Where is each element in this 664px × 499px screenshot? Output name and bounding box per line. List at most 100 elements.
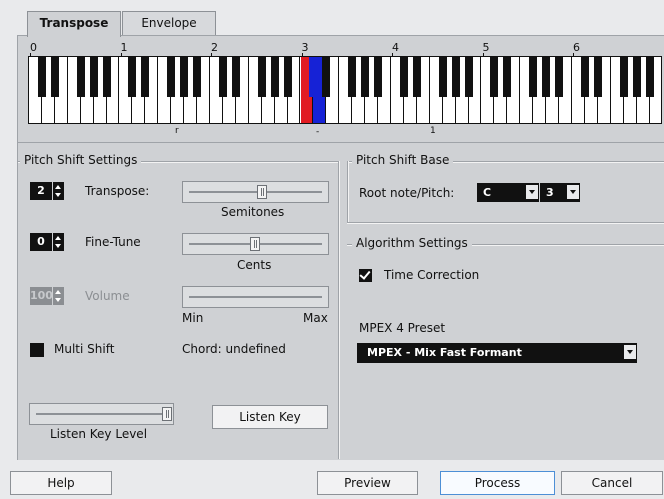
piano-black-key[interactable]	[141, 57, 150, 97]
piano-black-key[interactable]	[451, 57, 460, 97]
dropdown-arrow-icon[interactable]	[624, 345, 636, 359]
range-marker-left: r	[175, 126, 179, 136]
octave-label: 4	[392, 41, 399, 54]
fine-tune-value[interactable]: 0	[30, 233, 52, 251]
piano-black-key[interactable]	[270, 57, 279, 97]
preset-value: MPEX - Mix Fast Formant	[367, 346, 522, 359]
transpose-value[interactable]: 2	[30, 182, 52, 200]
piano-black-key[interactable]	[231, 57, 240, 97]
root-note-value: C	[483, 186, 492, 199]
dropdown-arrow-icon[interactable]	[526, 185, 538, 199]
piano-black-key[interactable]	[542, 57, 551, 97]
octave-value: 3	[546, 186, 554, 199]
piano-black-key[interactable]	[555, 57, 564, 97]
piano-black-key[interactable]	[322, 57, 331, 97]
piano-black-key[interactable]	[490, 57, 499, 97]
volume-slider	[182, 286, 329, 308]
slider-thumb-icon[interactable]	[250, 237, 260, 251]
piano-keyboard[interactable]	[28, 56, 662, 124]
slider-thumb-icon[interactable]	[162, 407, 172, 421]
transpose-spinner[interactable]: 2	[30, 182, 64, 200]
piano-black-key[interactable]	[218, 57, 227, 97]
pitch-shift-dialog: Transpose Envelope 0 1 2 3 4 5 6 r - 1 Pitch S…	[0, 0, 664, 499]
group-border	[347, 161, 349, 223]
piano-black-key[interactable]	[37, 57, 46, 97]
time-correction-checkbox[interactable]	[359, 268, 372, 282]
octave-label: 1	[120, 41, 128, 54]
root-note-label: Root note/Pitch:	[359, 186, 455, 200]
piano-black-key[interactable]	[167, 57, 176, 97]
transpose-label: Transpose:	[85, 184, 150, 198]
octave-label: 0	[30, 41, 37, 54]
piano-black-key[interactable]	[348, 57, 357, 97]
volume-spinner: 100	[30, 287, 64, 305]
root-note-select[interactable]: C	[477, 183, 539, 202]
volume-label: Volume	[85, 289, 130, 303]
tab-envelope[interactable]: Envelope	[122, 11, 216, 35]
piano-black-key[interactable]	[645, 57, 654, 97]
octave-label: 2	[211, 41, 218, 54]
piano-black-key[interactable]	[464, 57, 473, 97]
piano-black-key[interactable]	[438, 57, 447, 97]
piano-black-key[interactable]	[257, 57, 266, 97]
piano-black-key[interactable]	[309, 57, 318, 97]
pitch-shift-base-title: Pitch Shift Base	[352, 153, 454, 167]
piano-black-key[interactable]	[619, 57, 628, 97]
piano-black-key[interactable]	[361, 57, 370, 97]
multi-shift-checkbox[interactable]	[30, 343, 44, 357]
piano-black-key[interactable]	[283, 57, 292, 97]
cancel-button[interactable]: Cancel	[561, 471, 663, 495]
piano-black-key[interactable]	[399, 57, 408, 97]
piano-black-key[interactable]	[76, 57, 85, 97]
piano-black-key[interactable]	[128, 57, 137, 97]
piano-black-key[interactable]	[580, 57, 589, 97]
preview-button[interactable]: Preview	[317, 471, 418, 495]
group-divider	[338, 161, 340, 459]
group-border	[347, 222, 664, 224]
piano-black-key[interactable]	[374, 57, 383, 97]
piano-black-key[interactable]	[193, 57, 202, 97]
fine-tune-spinner[interactable]: 0	[30, 233, 64, 251]
piano-black-key[interactable]	[593, 57, 602, 97]
range-marker-right: 1	[430, 126, 436, 136]
preset-select[interactable]: MPEX - Mix Fast Formant	[357, 343, 637, 363]
spinner-arrows-icon[interactable]	[53, 182, 64, 200]
chord-label: Chord: undefined	[182, 342, 286, 356]
dropdown-arrow-icon[interactable]	[567, 185, 579, 199]
volume-max-label: Max	[303, 311, 328, 325]
pitch-shift-settings-title: Pitch Shift Settings	[20, 153, 142, 167]
algorithm-settings-title: Algorithm Settings	[352, 236, 472, 250]
fine-tune-slider[interactable]	[182, 233, 329, 255]
listen-key-button[interactable]: Listen Key	[212, 405, 328, 429]
cents-label: Cents	[237, 258, 272, 272]
octave-select[interactable]: 3	[540, 183, 580, 202]
spinner-arrows-icon	[53, 287, 64, 305]
piano-black-key[interactable]	[89, 57, 98, 97]
keyboard-area: 0 1 2 3 4 5 6 r - 1	[18, 36, 664, 143]
transpose-slider[interactable]	[182, 181, 329, 203]
piano-black-key[interactable]	[102, 57, 111, 97]
piano-black-key[interactable]	[50, 57, 59, 97]
piano-black-key[interactable]	[180, 57, 189, 97]
semitones-label: Semitones	[221, 205, 285, 219]
preset-label: MPEX 4 Preset	[359, 321, 446, 335]
slider-thumb-icon[interactable]	[257, 185, 267, 199]
piano-black-key[interactable]	[632, 57, 641, 97]
spinner-arrows-icon[interactable]	[53, 233, 64, 251]
octave-label: 6	[573, 41, 580, 54]
help-button[interactable]: Help	[10, 471, 112, 495]
octave-label: 3	[301, 41, 309, 54]
range-marker-mid: -	[316, 127, 320, 137]
checkmark-icon	[359, 268, 371, 280]
process-button[interactable]: Process	[440, 471, 555, 495]
piano-black-key[interactable]	[412, 57, 421, 97]
volume-min-label: Min	[182, 311, 204, 325]
octave-label: 5	[482, 41, 490, 54]
volume-value: 100	[30, 287, 53, 305]
piano-black-key[interactable]	[503, 57, 512, 97]
time-correction-label: Time Correction	[384, 268, 480, 282]
piano-black-key[interactable]	[529, 57, 538, 97]
listen-key-level-slider[interactable]	[29, 403, 174, 425]
tab-transpose[interactable]: Transpose	[27, 11, 121, 37]
multi-shift-label: Multi Shift	[54, 342, 115, 356]
